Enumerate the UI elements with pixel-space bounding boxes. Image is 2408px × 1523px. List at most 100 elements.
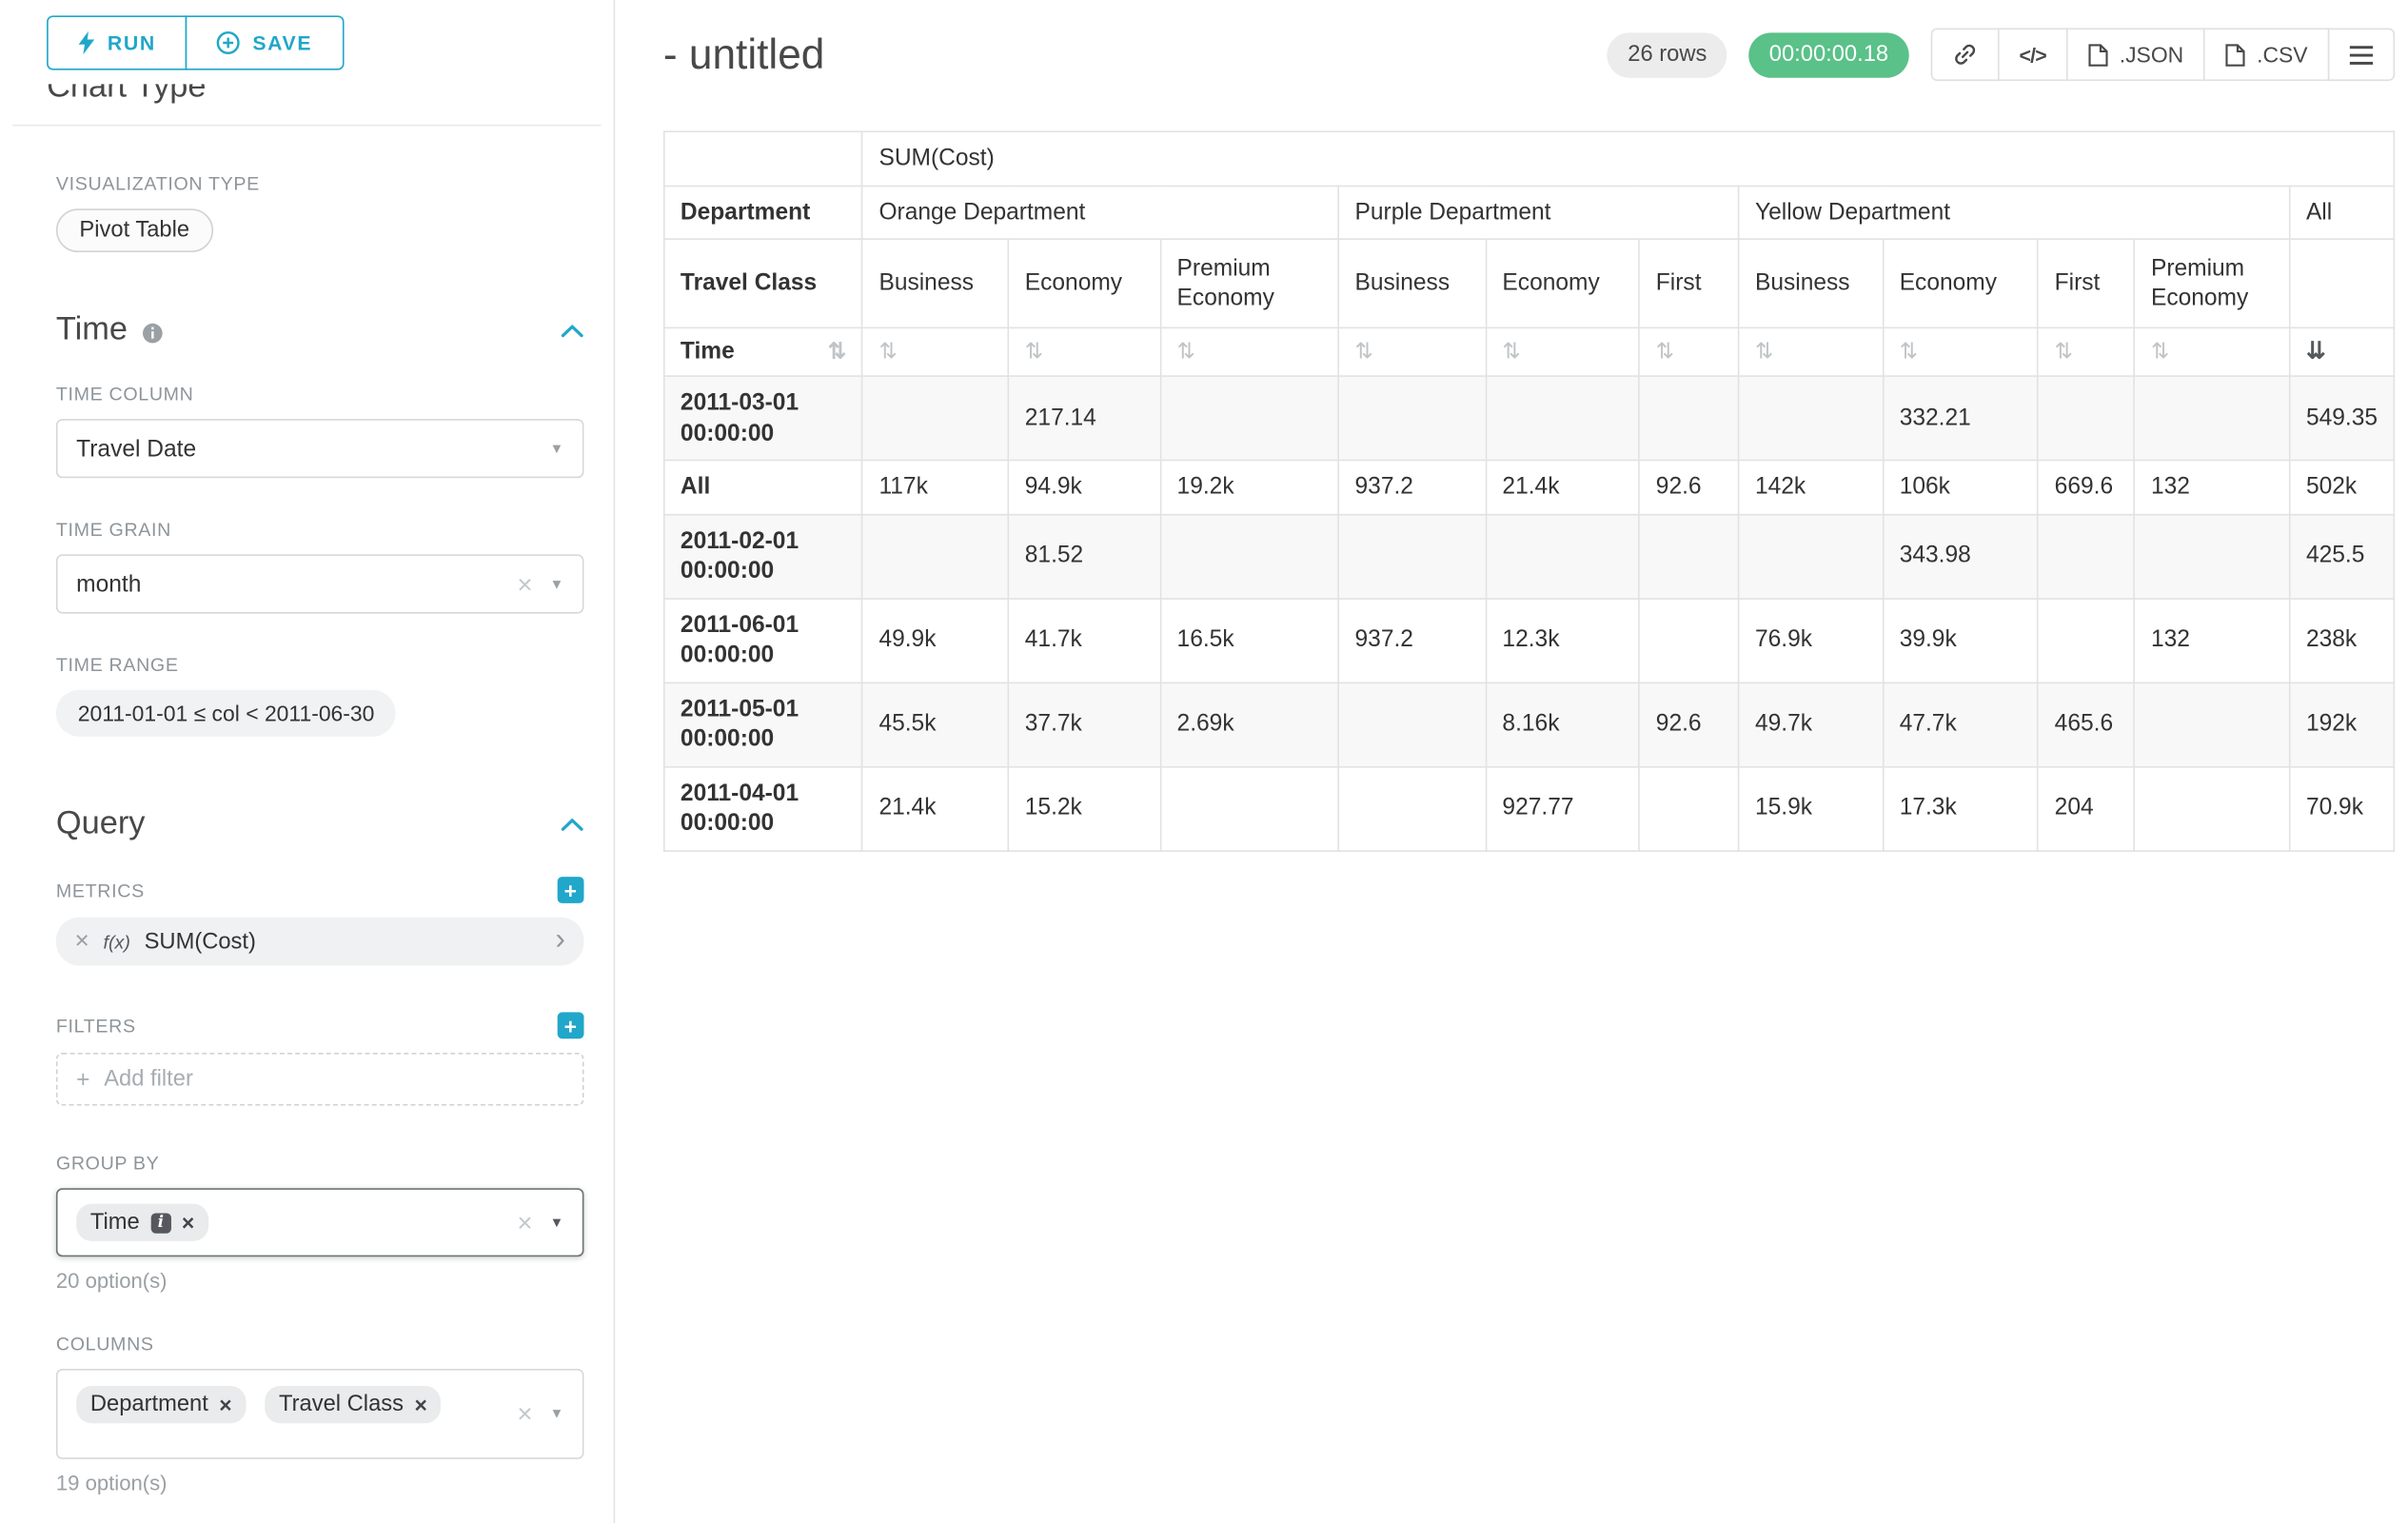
viz-type-label: VISUALIZATION TYPE bbox=[56, 173, 584, 195]
chart-title[interactable]: - untitled bbox=[663, 30, 824, 79]
columns-chip[interactable]: Travel Class × bbox=[265, 1386, 441, 1423]
columns-chip[interactable]: Department × bbox=[76, 1386, 246, 1423]
time-sort-header[interactable]: Time⇅ bbox=[664, 327, 863, 376]
remove-icon[interactable]: × bbox=[414, 1394, 426, 1415]
chevron-down-icon: ▼ bbox=[550, 577, 564, 591]
metric-pill[interactable]: × f(x) SUM(Cost) › bbox=[56, 918, 584, 966]
download-json-button[interactable]: .JSON bbox=[2066, 28, 2205, 81]
plus-circle-icon bbox=[217, 31, 241, 55]
viz-type-chip[interactable]: Pivot Table bbox=[56, 208, 213, 252]
sort-header[interactable]: ⇅ bbox=[1640, 327, 1739, 376]
pivot-value-cell bbox=[2135, 766, 2290, 850]
group-by-select[interactable]: Time i × × ▼ bbox=[56, 1188, 584, 1256]
csv-label: .CSV bbox=[2257, 42, 2307, 67]
pivot-value-cell bbox=[1338, 766, 1486, 850]
sort-desc-icon: ⇊ bbox=[2306, 338, 2326, 365]
pivot-value-cell: 927.77 bbox=[1486, 766, 1639, 850]
columns-options-hint: 19 option(s) bbox=[56, 1472, 582, 1495]
sort-header[interactable]: ⇅ bbox=[1739, 327, 1884, 376]
metrics-label-row: METRICS + bbox=[56, 877, 584, 903]
sort-header[interactable]: ⇅ bbox=[2038, 327, 2134, 376]
sort-icon: ⇅ bbox=[878, 338, 897, 363]
department-header: All bbox=[2290, 186, 2395, 239]
pivot-row: 2011-04-01 00:00:0021.4k15.2k927.7715.9k… bbox=[664, 766, 2395, 850]
pivot-value-cell: 49.7k bbox=[1739, 682, 1884, 766]
sort-header-active[interactable]: ⇊ bbox=[2290, 327, 2395, 376]
travel-class-header: First bbox=[2038, 239, 2134, 327]
group-by-chip[interactable]: Time i × bbox=[76, 1204, 208, 1241]
clear-icon[interactable]: × bbox=[517, 1209, 532, 1236]
columns-label: COLUMNS bbox=[56, 1333, 584, 1355]
copy-link-button[interactable] bbox=[1930, 28, 1999, 81]
pivot-value-cell: 92.6 bbox=[1640, 682, 1739, 766]
pivot-value-cell: 465.6 bbox=[2038, 682, 2134, 766]
row-label: 2011-02-01 00:00:00 bbox=[664, 514, 863, 598]
pivot-value-cell bbox=[2135, 682, 2290, 766]
pivot-value-cell: 238k bbox=[2290, 598, 2395, 682]
run-button[interactable]: RUN bbox=[47, 15, 188, 69]
query-timer-badge: 00:00:00.18 bbox=[1749, 32, 1909, 77]
sort-header[interactable]: ⇅ bbox=[2135, 327, 2290, 376]
embed-code-button[interactable]: </> bbox=[1998, 28, 2068, 81]
time-grain-select[interactable]: month × ▼ bbox=[56, 554, 584, 613]
remove-icon[interactable]: × bbox=[219, 1394, 231, 1415]
divider bbox=[12, 125, 601, 127]
pivot-value-cell bbox=[1160, 514, 1338, 598]
sort-header[interactable]: ⇅ bbox=[1884, 327, 2039, 376]
group-by-label: GROUP BY bbox=[56, 1153, 584, 1175]
pivot-value-cell bbox=[1338, 682, 1486, 766]
sort-header[interactable]: ⇅ bbox=[1338, 327, 1486, 376]
chevron-up-icon[interactable] bbox=[561, 323, 584, 337]
pivot-value-cell: 41.7k bbox=[1009, 598, 1161, 682]
pivot-value-cell: 19.2k bbox=[1160, 460, 1338, 513]
pivot-value-cell: 106k bbox=[1884, 460, 2039, 513]
file-icon bbox=[2088, 43, 2108, 67]
pivot-value-cell: 21.4k bbox=[1486, 460, 1639, 513]
pivot-value-cell: 12.3k bbox=[1486, 598, 1639, 682]
travel-class-header: Economy bbox=[1486, 239, 1639, 327]
remove-metric-icon[interactable]: × bbox=[75, 929, 89, 954]
pivot-value-cell: 16.5k bbox=[1160, 598, 1338, 682]
pivot-value-cell: 937.2 bbox=[1338, 460, 1486, 513]
file-icon bbox=[2225, 43, 2245, 67]
row-label: 2011-05-01 00:00:00 bbox=[664, 682, 863, 766]
sort-header[interactable]: ⇅ bbox=[1160, 327, 1338, 376]
pivot-row: 2011-05-01 00:00:0045.5k37.7k2.69k8.16k9… bbox=[664, 682, 2395, 766]
pivot-value-cell bbox=[1486, 514, 1639, 598]
pivot-value-cell bbox=[1739, 376, 1884, 460]
pivot-value-cell: 92.6 bbox=[1640, 460, 1739, 513]
time-range-value[interactable]: 2011-01-01 ≤ col < 2011-06-30 bbox=[56, 690, 396, 737]
columns-select[interactable]: Department × Travel Class × × ▼ bbox=[56, 1369, 584, 1459]
lightning-icon bbox=[78, 31, 95, 55]
save-button[interactable]: SAVE bbox=[186, 15, 344, 69]
col-dimension-label: Department bbox=[664, 186, 863, 239]
download-csv-button[interactable]: .CSV bbox=[2203, 28, 2329, 81]
pivot-value-cell bbox=[1338, 514, 1486, 598]
row-label: 2011-06-01 00:00:00 bbox=[664, 598, 863, 682]
pivot-row: 2011-02-01 00:00:0081.52343.98425.5 bbox=[664, 514, 2395, 598]
sort-header[interactable]: ⇅ bbox=[1009, 327, 1161, 376]
pivot-value-cell bbox=[1640, 376, 1739, 460]
chevron-down-icon[interactable]: ▼ bbox=[550, 1216, 564, 1230]
sort-header[interactable]: ⇅ bbox=[1486, 327, 1639, 376]
add-metric-button[interactable]: + bbox=[558, 877, 584, 903]
clear-icon[interactable]: × bbox=[517, 571, 532, 598]
menu-button[interactable] bbox=[2328, 28, 2395, 81]
time-range-label: TIME RANGE bbox=[56, 654, 584, 676]
clear-icon[interactable]: × bbox=[517, 1401, 532, 1428]
remove-icon[interactable]: × bbox=[182, 1212, 194, 1234]
add-filter-button[interactable]: + Add filter bbox=[56, 1053, 584, 1106]
time-column-select[interactable]: Travel Date ▼ bbox=[56, 419, 584, 478]
time-section-header: Time bbox=[56, 311, 584, 348]
add-filter-plus-button[interactable]: + bbox=[558, 1012, 584, 1038]
travel-class-header: Business bbox=[1338, 239, 1486, 327]
sort-header[interactable]: ⇅ bbox=[862, 327, 1008, 376]
time-column-value: Travel Date bbox=[76, 435, 196, 462]
results-toolbar: 26 rows 00:00:00.18 </> .JSON . bbox=[1608, 28, 2395, 81]
pivot-value-cell: 2.69k bbox=[1160, 682, 1338, 766]
chevron-down-icon[interactable]: ▼ bbox=[550, 1407, 564, 1421]
pivot-value-cell bbox=[2038, 376, 2134, 460]
travel-class-header: First bbox=[1640, 239, 1739, 327]
pivot-value-cell bbox=[1640, 766, 1739, 850]
chevron-up-icon[interactable] bbox=[561, 817, 584, 831]
